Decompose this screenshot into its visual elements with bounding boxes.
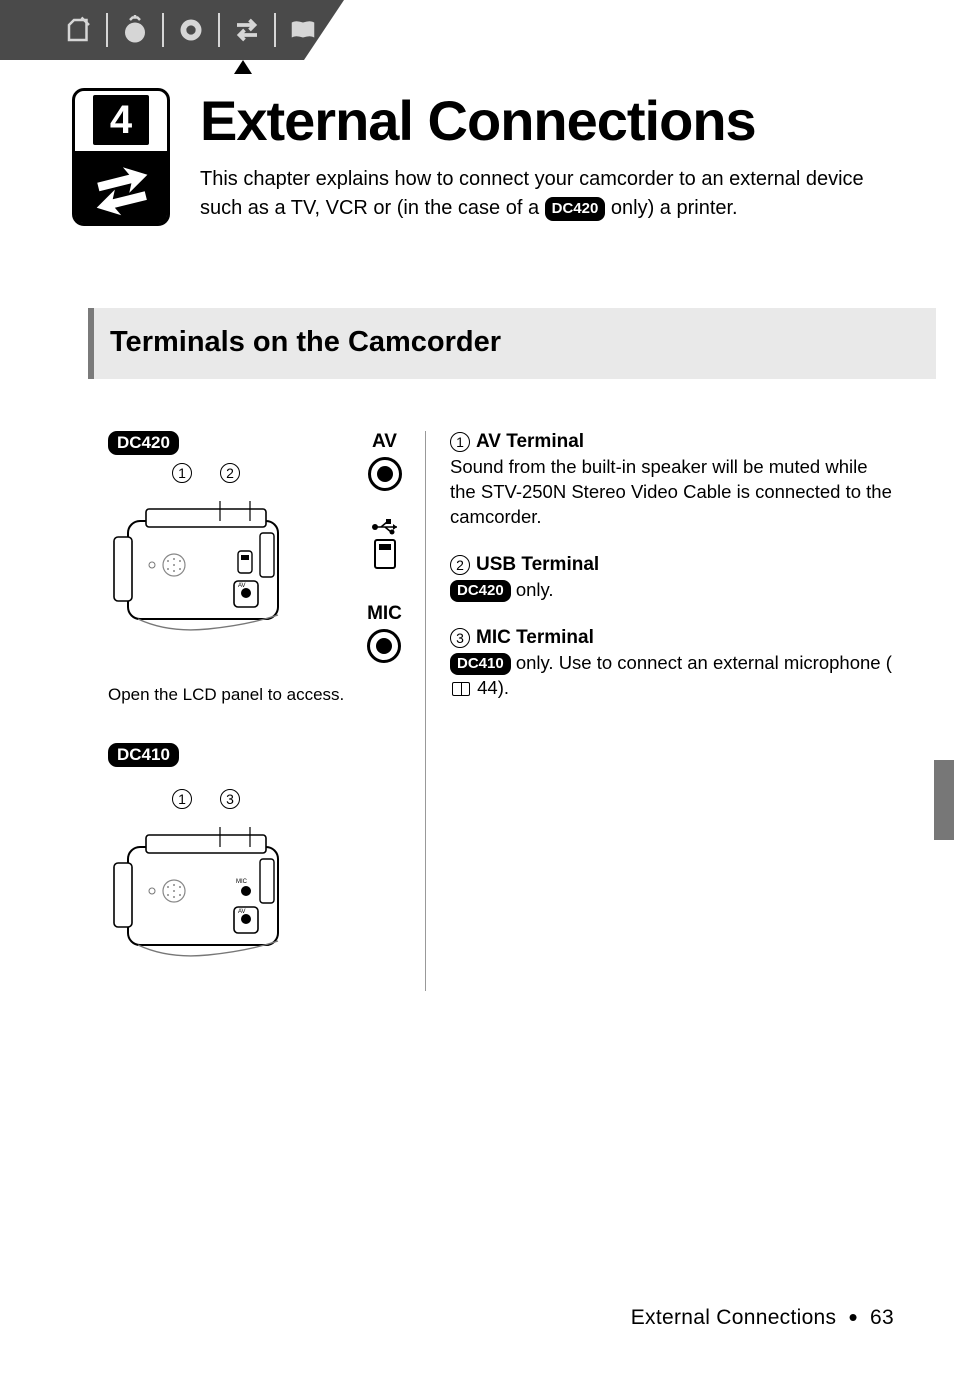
transfer-icon (88, 157, 154, 217)
page-number: 63 (870, 1306, 894, 1329)
terminal-body: DC420 only. (450, 578, 894, 603)
terminal-name: AV Terminal (476, 431, 584, 453)
bullet-icon: • (848, 1302, 857, 1332)
book-icon (284, 11, 322, 49)
footer-section: External Connections (631, 1306, 837, 1329)
page-footer: External Connections • 63 (631, 1302, 894, 1333)
chapter-number: 4 (93, 95, 149, 145)
callout-2: 2 (450, 555, 470, 575)
page-ref-icon (452, 682, 470, 696)
page-edge-tab (934, 760, 954, 840)
divider-icon (106, 13, 108, 47)
model-badge-dc420: DC420 (545, 197, 606, 221)
callout-1: 1 (450, 432, 470, 452)
disc-icon (60, 11, 98, 49)
chapter-header: 4 External Connections This chapter expl… (0, 60, 954, 226)
av-terminal-block: 1 AV Terminal Sound from the built-in sp… (450, 431, 894, 530)
svg-text:MIC: MIC (236, 879, 248, 885)
usb-terminal-icon (371, 519, 399, 569)
desc-text: only) a printer. (605, 197, 737, 219)
chapter-icon (75, 151, 167, 223)
terminal-descriptions: 1 AV Terminal Sound from the built-in sp… (450, 431, 894, 991)
svg-text:AV: AV (238, 583, 246, 589)
mic-label: MIC (367, 603, 402, 625)
jack-icon (368, 457, 402, 491)
diagrams-column: DC420 1 2 AV (108, 431, 348, 991)
model-badge-dc410: DC410 (450, 653, 511, 675)
gear-icon (172, 11, 210, 49)
model-badge-dc420: DC420 (108, 431, 179, 455)
content-area: DC420 1 2 AV (0, 379, 954, 991)
svg-text:AV: AV (238, 909, 246, 915)
aperture-icon (116, 11, 154, 49)
av-terminal-icon: AV (368, 431, 402, 491)
callout-2: 2 (220, 463, 240, 483)
diagram-caption: Open the LCD panel to access. (108, 683, 348, 707)
body-text: only. (511, 579, 554, 600)
active-tab-pointer (234, 60, 252, 74)
terminal-body: DC410 only. Use to connect an external m… (450, 651, 894, 701)
av-label: AV (372, 431, 397, 453)
model-badge-dc410: DC410 (108, 743, 179, 767)
chapter-badge: 4 (72, 88, 170, 226)
callout-1: 1 (172, 463, 192, 483)
terminal-body: Sound from the built-in speaker will be … (450, 455, 894, 530)
camcorder-diagram-dc420: 1 2 AV (108, 469, 304, 655)
camcorder-illustration: MIC AV (108, 819, 304, 975)
top-icon-strip (0, 0, 954, 60)
desc-text: This chapter explains how to connect you… (200, 168, 864, 219)
terminal-name: MIC Terminal (476, 627, 594, 649)
chapter-description: This chapter explains how to connect you… (200, 165, 894, 223)
callout-1: 1 (172, 789, 192, 809)
usb-port-icon (374, 539, 396, 569)
usb-terminal-block: 2 USB Terminal DC420 only. (450, 554, 894, 603)
camcorder-diagram-dc410: 1 3 MIC AV (108, 795, 304, 981)
callout-3: 3 (220, 789, 240, 809)
mic-terminal-block: 3 MIC Terminal DC410 only. Use to connec… (450, 627, 894, 701)
body-text: only. Use to connect an external microph… (511, 652, 892, 673)
transfer-icon (228, 11, 266, 49)
terminal-icons-column: AV MIC (366, 431, 426, 991)
jack-icon (367, 629, 401, 663)
chapter-title: External Connections (200, 88, 894, 153)
section-title: Terminals on the Camcorder (100, 326, 936, 359)
divider-icon (162, 13, 164, 47)
camcorder-illustration: AV (108, 493, 304, 649)
callout-3: 3 (450, 628, 470, 648)
terminal-name: USB Terminal (476, 554, 599, 576)
model-badge-dc420: DC420 (450, 580, 511, 602)
usb-symbol-icon (371, 519, 399, 535)
divider-icon (218, 13, 220, 47)
page-ref: 44). (472, 677, 509, 698)
mic-terminal-icon: MIC (367, 603, 402, 663)
divider-icon (274, 13, 276, 47)
section-heading-bar: Terminals on the Camcorder (88, 308, 936, 379)
